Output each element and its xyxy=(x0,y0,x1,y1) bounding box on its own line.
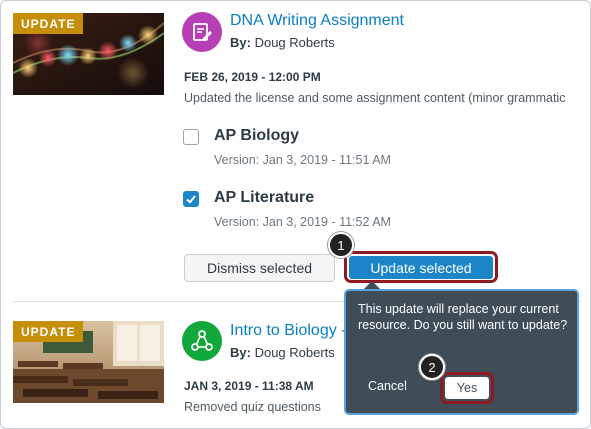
checkmark-icon xyxy=(186,195,196,204)
yes-button[interactable]: Yes xyxy=(445,377,489,399)
course-name: AP Biology xyxy=(214,127,300,144)
confirm-update-popover: This update will replace your current re… xyxy=(344,289,579,415)
course-checkbox-ap-biology[interactable] xyxy=(183,129,199,145)
step-marker-1: 1 xyxy=(328,232,354,258)
resource-thumbnail-classroom: UPDATE xyxy=(13,321,164,403)
step-marker-2: 2 xyxy=(419,354,445,380)
update-badge: UPDATE xyxy=(13,321,84,342)
update-badge: UPDATE xyxy=(13,13,84,34)
author-line: By: Doug Roberts xyxy=(230,345,335,360)
course-version: Version: Jan 3, 2019 - 11:52 AM xyxy=(214,215,391,229)
update-description: Removed quiz questions xyxy=(184,400,321,414)
update-description: Updated the license and some assignment … xyxy=(184,91,566,105)
cancel-button[interactable]: Cancel xyxy=(368,379,407,393)
popover-message: This update will replace your current re… xyxy=(358,302,568,332)
author-line: By: Doug Roberts xyxy=(230,35,335,50)
update-date: FEB 26, 2019 - 12:00 PM xyxy=(184,70,321,84)
course-version: Version: Jan 3, 2019 - 11:51 AM xyxy=(214,153,391,167)
author-name: Doug Roberts xyxy=(254,345,335,360)
resource-thumbnail-lights: UPDATE xyxy=(13,13,164,95)
by-label: By: xyxy=(230,35,251,50)
module-icon xyxy=(182,321,222,361)
course-checkbox-ap-literature[interactable] xyxy=(183,191,199,207)
author-name: Doug Roberts xyxy=(254,35,335,50)
updates-panel: UPDATE DNA Writing Assignment By: Doug R… xyxy=(0,0,591,429)
update-date: JAN 3, 2019 - 11:38 AM xyxy=(184,379,314,393)
dismiss-selected-button[interactable]: Dismiss selected xyxy=(184,254,335,282)
resource-title-link[interactable]: DNA Writing Assignment xyxy=(230,12,404,30)
resource-title-link[interactable]: Intro to Biology - xyxy=(230,322,347,340)
update-selected-button[interactable]: Update selected xyxy=(349,256,493,279)
by-label: By: xyxy=(230,345,251,360)
assignment-icon xyxy=(182,12,222,52)
course-name: AP Literature xyxy=(214,189,315,206)
